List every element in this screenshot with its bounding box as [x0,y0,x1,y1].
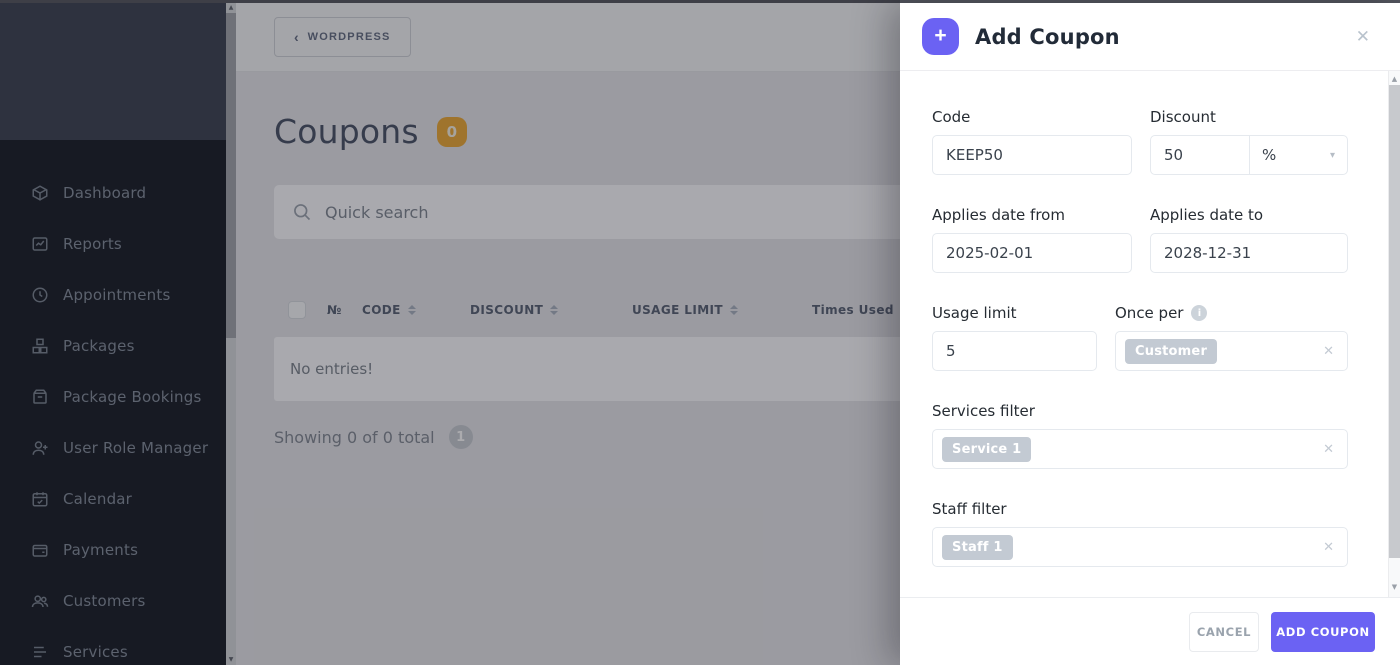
modal-backdrop[interactable] [0,0,900,665]
services-filter-label: Services filter [932,402,1035,420]
once-per-select[interactable]: Customer ✕ [1115,331,1348,371]
code-input[interactable] [932,135,1132,175]
add-coupon-button[interactable]: ADD COUPON [1271,611,1375,652]
scrollbar-thumb[interactable] [1389,85,1400,558]
app-screen: Dashboard Reports Appointments Packages … [0,0,1400,665]
scroll-down-arrow[interactable]: ▼ [1389,581,1400,593]
discount-unit-select[interactable]: % ▾ [1249,135,1348,175]
date-from-input[interactable] [932,233,1132,273]
info-icon[interactable]: i [1191,305,1208,321]
date-to-label: Applies date to [1150,206,1264,224]
panel-scrollbar[interactable]: ▲ ▼ [1388,71,1400,597]
plus-icon: + [922,18,959,55]
add-coupon-panel: + Add Coupon ✕ Code Discount % ▾ [900,3,1400,665]
staff-filter-label: Staff filter [932,500,1007,518]
cancel-button[interactable]: CANCEL [1189,611,1259,652]
discount-unit-value: % [1262,146,1277,164]
clear-icon[interactable]: ✕ [1323,540,1334,555]
date-to-input[interactable] [1150,233,1348,273]
panel-title: Add Coupon [975,24,1120,49]
panel-body: Code Discount % ▾ Applies dat [900,71,1400,597]
usage-limit-label: Usage limit [932,304,1017,322]
date-from-label: Applies date from [932,206,1065,224]
once-per-label: Once per i [1115,303,1348,323]
clear-icon[interactable]: ✕ [1323,344,1334,359]
close-icon[interactable]: ✕ [1356,27,1370,47]
services-filter-select[interactable]: Service 1 ✕ [932,429,1348,469]
code-label: Code [932,108,971,126]
staff-filter-chip[interactable]: Staff 1 [942,534,1013,560]
once-per-chip[interactable]: Customer [1125,338,1218,364]
scroll-up-arrow[interactable]: ▲ [1389,73,1400,85]
panel-header: + Add Coupon ✕ [900,3,1400,71]
services-filter-chip[interactable]: Service 1 [942,436,1032,462]
panel-footer: CANCEL ADD COUPON [900,597,1400,665]
caret-down-icon: ▾ [1329,149,1335,161]
discount-label: Discount [1150,108,1216,126]
usage-limit-input[interactable] [932,331,1097,371]
clear-icon[interactable]: ✕ [1323,442,1334,457]
staff-filter-select[interactable]: Staff 1 ✕ [932,527,1348,567]
discount-input[interactable] [1150,135,1250,175]
